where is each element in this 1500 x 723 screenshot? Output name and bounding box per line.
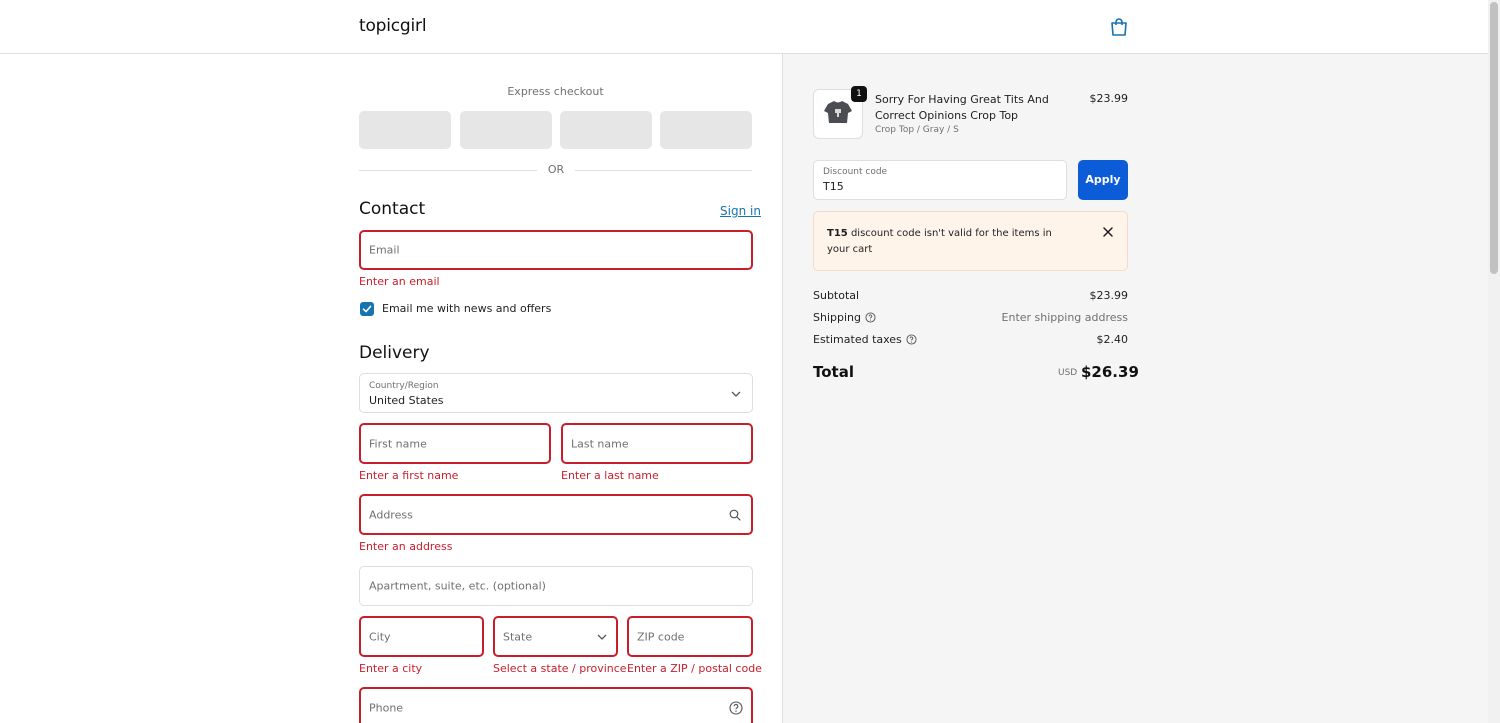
close-icon[interactable] <box>1102 226 1114 238</box>
contact-title: Contact <box>359 199 426 219</box>
taxes-row: Estimated taxes $2.40 <box>813 333 1128 349</box>
express-pay-button-3[interactable] <box>560 111 652 149</box>
header: topicgirl <box>0 0 1488 54</box>
taxes-value: $2.40 <box>1096 333 1129 346</box>
email-field[interactable]: Email <box>359 230 753 270</box>
banner-message-text: T15 discount code isn't valid for the it… <box>827 226 1077 258</box>
discount-code-value: T15 <box>823 180 844 193</box>
sign-in-link[interactable]: Sign in <box>720 204 761 218</box>
country-label: Country/Region <box>369 381 439 391</box>
checkmark-icon <box>362 305 372 313</box>
city-error: Enter a city <box>359 662 423 675</box>
scrollbar-thumb[interactable] <box>1490 2 1498 274</box>
phone-field[interactable]: Phone <box>359 687 753 723</box>
divider-right <box>575 170 752 171</box>
discount-code-label: Discount code <box>823 167 888 177</box>
last-name-field[interactable]: Last name <box>561 423 753 464</box>
divider-left <box>359 170 537 171</box>
country-select[interactable]: Country/Region United States <box>359 373 753 413</box>
zip-placeholder: ZIP code <box>637 630 685 643</box>
city-field[interactable]: City <box>359 616 484 657</box>
delivery-title: Delivery <box>359 343 430 363</box>
product-variant: Crop Top / Gray / S <box>875 125 959 135</box>
express-pay-button-1[interactable] <box>359 111 451 149</box>
total-currency: USD <box>1058 368 1078 378</box>
banner-code: T15 <box>827 228 848 239</box>
shipping-label: Shipping <box>813 311 861 324</box>
state-placeholder: State <box>503 630 533 643</box>
taxes-label: Estimated taxes <box>813 333 902 346</box>
email-error: Enter an email <box>359 275 440 288</box>
express-pay-button-4[interactable] <box>660 111 752 149</box>
order-summary-panel <box>782 54 1488 723</box>
newsletter-checkbox[interactable] <box>360 302 374 316</box>
product-price: $23.99 <box>1089 92 1129 105</box>
address-placeholder: Address <box>369 508 413 521</box>
search-icon <box>729 509 741 521</box>
zip-error: Enter a ZIP / postal code <box>627 662 762 675</box>
discount-error-banner: T15 discount code isn't valid for the it… <box>813 211 1128 271</box>
brand-logo[interactable]: topicgirl <box>359 16 427 36</box>
apply-button[interactable]: Apply <box>1078 160 1128 200</box>
apartment-field[interactable]: Apartment, suite, etc. (optional) <box>359 566 753 606</box>
product-name: Sorry For Having Great Tits And Correct … <box>875 93 1049 122</box>
subtotal-row: Subtotal $23.99 <box>813 289 1128 305</box>
phone-placeholder: Phone <box>369 701 404 714</box>
shipping-row: Shipping Enter shipping address <box>813 311 1128 327</box>
shipping-value: Enter shipping address <box>1001 311 1128 324</box>
address-field[interactable]: Address <box>359 494 753 535</box>
help-icon[interactable] <box>865 312 876 323</box>
country-value: United States <box>369 394 444 407</box>
first-name-field[interactable]: First name <box>359 423 551 464</box>
express-checkout-title: Express checkout <box>507 85 604 98</box>
state-error: Select a state / province <box>493 662 627 675</box>
banner-message: discount code isn't valid for the items … <box>827 228 1052 255</box>
help-icon[interactable] <box>906 334 917 345</box>
address-error: Enter an address <box>359 540 453 553</box>
zip-field[interactable]: ZIP code <box>627 616 753 657</box>
city-placeholder: City <box>369 630 391 643</box>
state-select[interactable]: State <box>493 616 618 657</box>
chevron-down-icon <box>731 391 741 397</box>
subtotal-label: Subtotal <box>813 289 860 302</box>
express-pay-button-2[interactable] <box>460 111 552 149</box>
total-label: Total <box>813 363 854 381</box>
shopping-bag-icon[interactable] <box>1110 17 1128 37</box>
first-name-placeholder: First name <box>369 437 427 450</box>
apartment-placeholder: Apartment, suite, etc. (optional) <box>369 579 546 593</box>
quantity-badge: 1 <box>851 86 867 102</box>
last-name-error: Enter a last name <box>561 469 659 482</box>
last-name-placeholder: Last name <box>571 437 629 450</box>
discount-code-field[interactable]: Discount code T15 <box>813 160 1067 200</box>
help-icon[interactable] <box>729 701 743 715</box>
or-divider-label: OR <box>547 163 565 176</box>
subtotal-value: $23.99 <box>1089 289 1129 302</box>
first-name-error: Enter a first name <box>359 469 459 482</box>
chevron-down-icon <box>597 634 607 640</box>
newsletter-label[interactable]: Email me with news and offers <box>382 302 551 315</box>
total-value: $26.39 <box>1081 363 1139 381</box>
email-placeholder: Email <box>369 243 400 257</box>
